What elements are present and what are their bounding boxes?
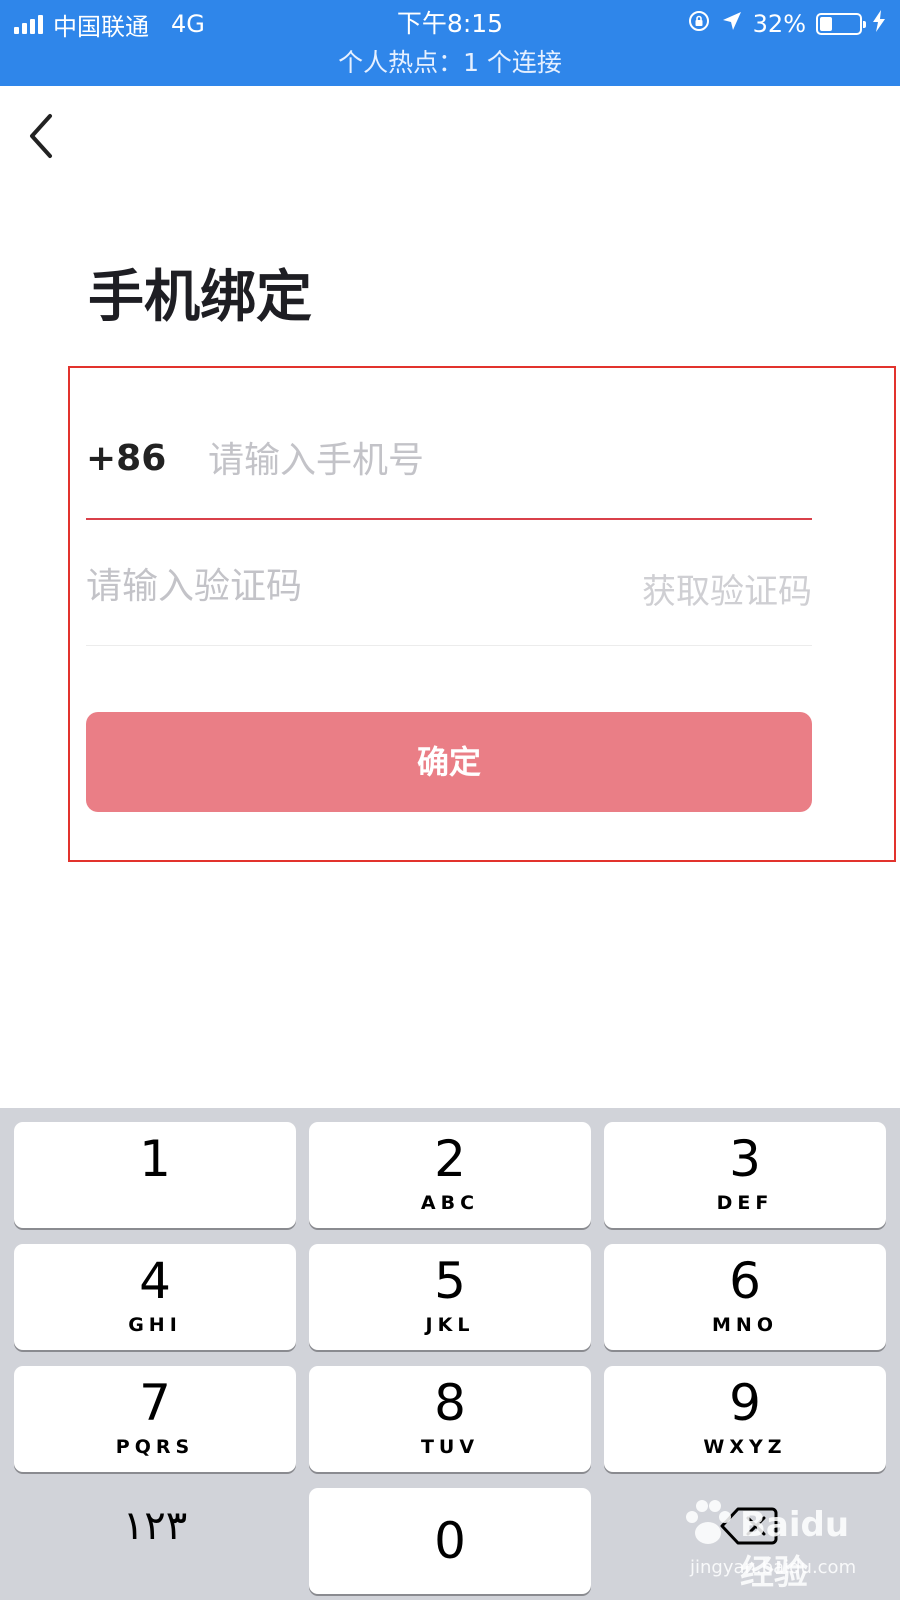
battery-icon [816,13,866,35]
hotspot-banner[interactable]: 个人热点：1 个连接 [0,46,900,80]
key-0[interactable]: 0 [309,1488,591,1594]
watermark: Baidu经验 jingyan.baidu.com [680,1465,880,1595]
page-title: 手机绑定 [88,265,312,330]
status-bar: 中国联通 4G 下午8:15 32% 个人热点：1 个连接 [0,0,900,86]
back-button[interactable] [22,106,66,166]
phone-input[interactable] [208,432,788,488]
confirm-button[interactable]: 确定 [86,712,812,812]
key-2[interactable]: 2 ABC [309,1122,591,1228]
verification-code-input[interactable] [86,558,506,614]
rotation-lock-icon [687,9,711,39]
location-icon [721,10,743,38]
key-1[interactable]: 1 [14,1122,296,1228]
key-4[interactable]: 4 GHI [14,1244,296,1350]
key-3[interactable]: 3 DEF [604,1122,886,1228]
phone-row: +86 [86,420,812,520]
key-7[interactable]: 7 PQRS [14,1366,296,1472]
country-code[interactable]: +86 [86,438,166,479]
get-code-button[interactable]: 获取验证码 [642,564,812,613]
charging-icon [872,10,886,38]
watermark-brand: Baidu经验 [740,1505,850,1593]
key-8[interactable]: 8 TUV [309,1366,591,1472]
battery-percent: 32% [752,10,806,38]
chevron-left-icon [30,114,52,158]
key-6[interactable]: 6 MNO [604,1244,886,1350]
watermark-url: jingyan.baidu.com [690,1557,857,1578]
key-9[interactable]: 9 WXYZ [604,1366,886,1472]
code-row: 获取验证码 [86,546,812,646]
symbols-key[interactable]: ١٢٣ [14,1473,296,1579]
key-5[interactable]: 5 JKL [309,1244,591,1350]
paw-icon [680,1495,736,1555]
